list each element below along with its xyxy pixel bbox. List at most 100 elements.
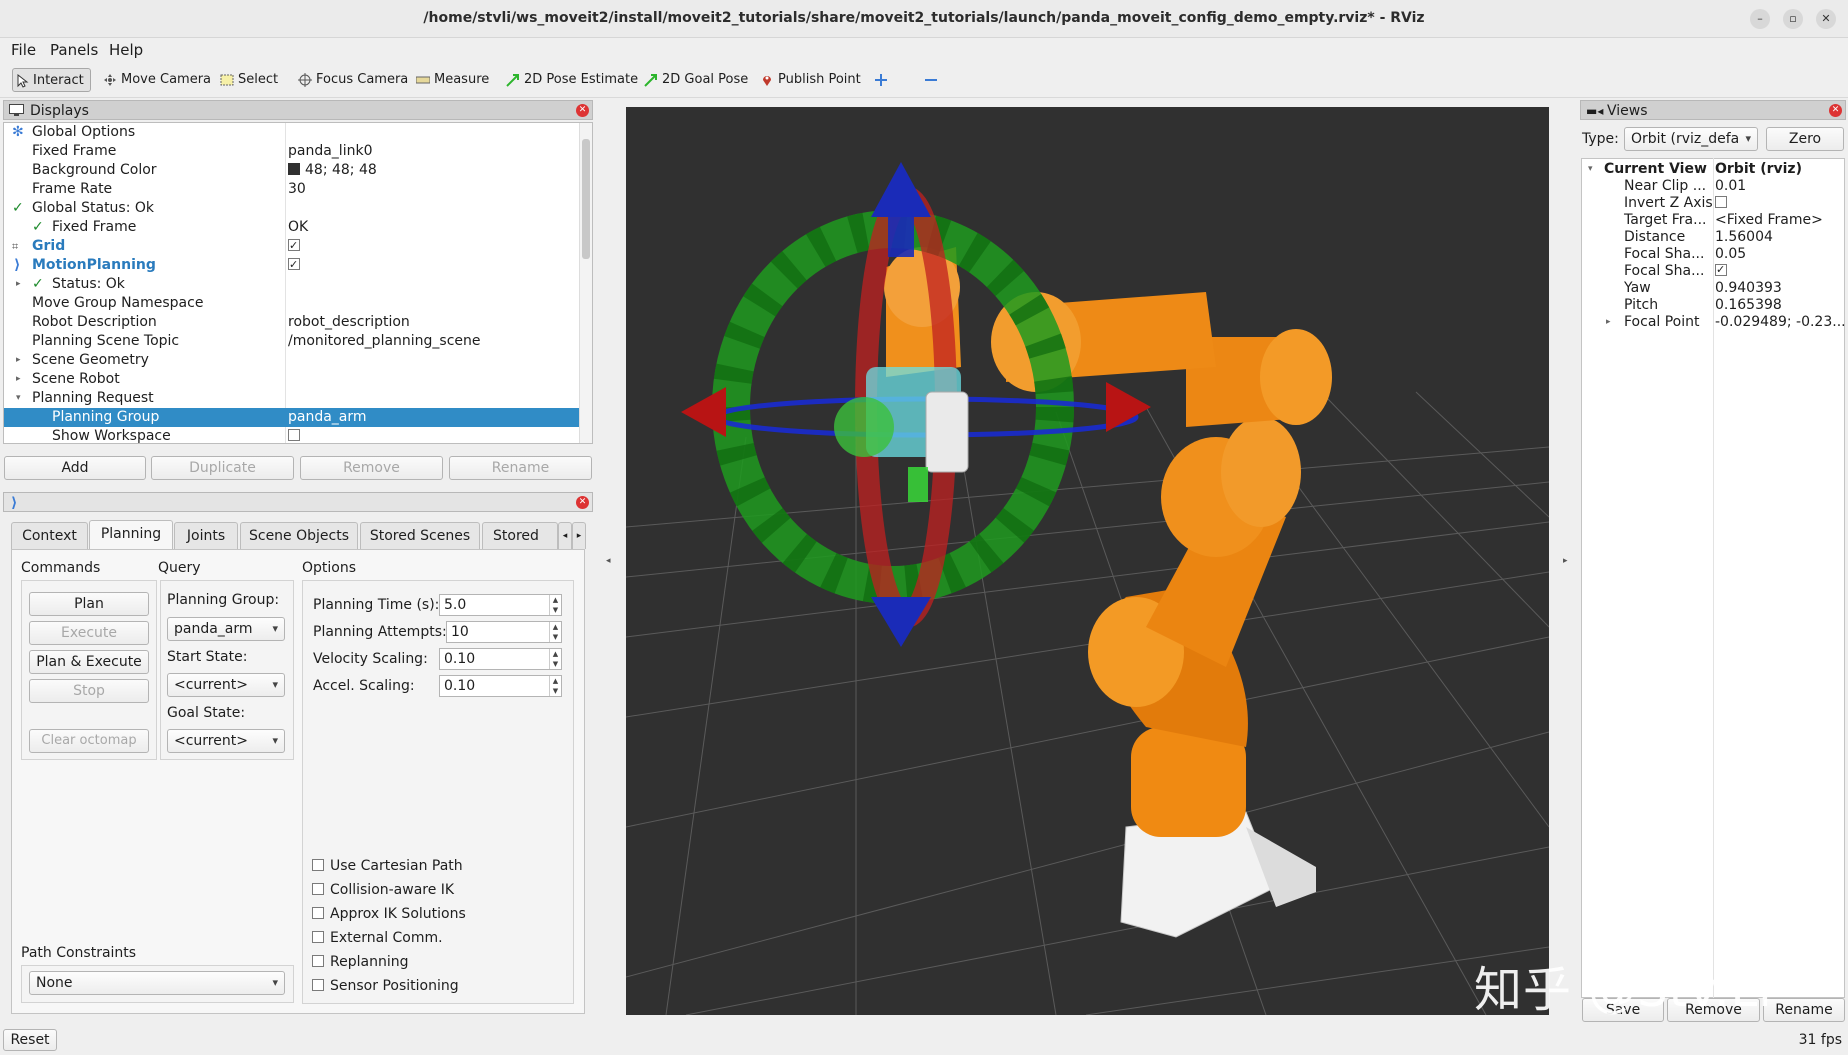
external-comm-checkbox[interactable]: External Comm.: [312, 930, 443, 946]
collapse-right-icon[interactable]: ▸: [1563, 556, 1568, 566]
view-row-yaw[interactable]: Yaw 0.940393: [1582, 280, 1844, 297]
menu-panels[interactable]: Panels: [50, 41, 98, 59]
use-cartesian-path-checkbox[interactable]: Use Cartesian Path: [312, 858, 463, 874]
scene-render[interactable]: [626, 107, 1549, 1015]
start-state-select[interactable]: <current>: [167, 673, 285, 697]
add-tool-button[interactable]: [872, 68, 888, 92]
expand-arrow-icon[interactable]: ▸: [16, 275, 21, 294]
velocity-scaling-input[interactable]: 0.10 ▲ ▼: [439, 648, 562, 670]
view-row-near-clip[interactable]: Near Clip ... 0.01: [1582, 178, 1844, 195]
execute-button[interactable]: Execute: [29, 621, 149, 645]
clear-octomap-button[interactable]: Clear octomap: [29, 729, 149, 753]
stop-button[interactable]: Stop: [29, 679, 149, 703]
motion-planning-enable-checkbox[interactable]: [288, 255, 300, 275]
focal-shape-checkbox[interactable]: [1715, 261, 1727, 280]
tool-interact[interactable]: Interact: [12, 68, 91, 92]
collapse-arrow-icon[interactable]: ▾: [16, 389, 21, 408]
minimize-button[interactable]: –: [1750, 9, 1770, 29]
view-row-invert-z[interactable]: Invert Z Axis: [1582, 195, 1844, 212]
tab-context[interactable]: Context: [11, 522, 88, 549]
tab-scroll-left-icon[interactable]: ◂: [558, 522, 572, 549]
add-display-button[interactable]: Add: [4, 456, 146, 480]
remove-tool-button[interactable]: [922, 68, 938, 92]
tree-row-planning-scene-topic[interactable]: Planning Scene Topic /monitored_planning…: [4, 332, 581, 351]
tree-row-fixed-frame[interactable]: Fixed Frame panda_link0: [4, 142, 581, 161]
close-button[interactable]: ✕: [1816, 9, 1836, 29]
spin-arrows-icon[interactable]: ▲ ▼: [549, 676, 561, 696]
tab-planning[interactable]: Planning: [89, 520, 173, 550]
close-panel-icon[interactable]: ✕: [576, 496, 589, 509]
grid-enable-checkbox[interactable]: [288, 236, 300, 256]
view-row-current-view[interactable]: ▾ Current View Orbit (rviz): [1582, 161, 1844, 178]
tree-row-show-workspace[interactable]: Show Workspace: [4, 427, 581, 443]
planning-attempts-input[interactable]: 10 ▲ ▼: [446, 621, 562, 643]
rename-view-button[interactable]: Rename: [1763, 998, 1845, 1022]
tree-row-robot-description[interactable]: Robot Description robot_description: [4, 313, 581, 332]
view-row-focal-shape-size[interactable]: Focal Sha... 0.05: [1582, 246, 1844, 263]
tool-publish-point[interactable]: Publish Point: [758, 68, 861, 92]
row-value[interactable]: <Fixed Frame>: [1715, 212, 1823, 229]
menu-help[interactable]: Help: [109, 41, 143, 59]
planning-group-select[interactable]: panda_arm: [167, 617, 285, 641]
tool-2d-pose-estimate[interactable]: 2D Pose Estimate: [504, 68, 638, 92]
view-row-distance[interactable]: Distance 1.56004: [1582, 229, 1844, 246]
tab-scroll-right-icon[interactable]: ▸: [572, 522, 586, 549]
tool-2d-goal-pose[interactable]: 2D Goal Pose: [642, 68, 748, 92]
row-value[interactable]: robot_description: [288, 313, 410, 332]
plan-button[interactable]: Plan: [29, 592, 149, 616]
row-value[interactable]: 30: [288, 180, 306, 199]
view-type-select[interactable]: Orbit (rviz_defa: [1624, 127, 1758, 151]
collapse-arrow-icon[interactable]: ▾: [1588, 161, 1593, 178]
tab-scene-objects[interactable]: Scene Objects: [240, 522, 358, 549]
tool-move-camera[interactable]: Move Camera: [101, 68, 211, 92]
planning-time-input[interactable]: 5.0 ▲ ▼: [439, 594, 562, 616]
path-constraints-select[interactable]: None: [29, 971, 285, 995]
close-panel-icon[interactable]: ✕: [576, 104, 589, 117]
spin-arrows-icon[interactable]: ▲ ▼: [549, 649, 561, 669]
close-panel-icon[interactable]: ✕: [1829, 104, 1842, 117]
tree-row-grid[interactable]: ⌗ Grid: [4, 236, 581, 256]
render-viewport[interactable]: [626, 107, 1549, 1015]
tree-scrollbar[interactable]: [579, 123, 592, 443]
menu-file[interactable]: File: [11, 41, 36, 59]
accel-scaling-input[interactable]: 0.10 ▲ ▼: [439, 675, 562, 697]
collision-aware-ik-checkbox[interactable]: Collision-aware IK: [312, 882, 454, 898]
row-value[interactable]: 0.01: [1715, 178, 1746, 195]
expand-arrow-icon[interactable]: ▸: [1606, 314, 1611, 331]
tree-row-scene-robot[interactable]: ▸ Scene Robot: [4, 370, 581, 389]
row-value[interactable]: 0.165398: [1715, 297, 1782, 314]
tree-row-background-color[interactable]: Background Color 48; 48; 48: [4, 161, 581, 180]
row-value[interactable]: panda_arm: [288, 408, 367, 427]
tool-focus-camera[interactable]: Focus Camera: [296, 68, 408, 92]
collapse-left-icon[interactable]: ◂: [606, 556, 611, 566]
reset-button[interactable]: Reset: [3, 1029, 57, 1051]
tree-row-global-options[interactable]: ✻ Global Options: [4, 123, 581, 142]
tree-row-status-ok[interactable]: ▸ ✓ Status: Ok: [4, 275, 581, 294]
tree-row-fixed-frame-status[interactable]: ✓ Fixed Frame OK: [4, 218, 581, 237]
tree-row-planning-request[interactable]: ▾ Planning Request: [4, 389, 581, 408]
plan-execute-button[interactable]: Plan & Execute: [29, 650, 149, 674]
goal-state-select[interactable]: <current>: [167, 729, 285, 753]
expand-arrow-icon[interactable]: ▸: [16, 370, 21, 389]
row-value[interactable]: panda_link0: [288, 142, 372, 161]
row-value[interactable]: 1.56004: [1715, 229, 1773, 246]
tree-row-global-status[interactable]: ✓ Global Status: Ok: [4, 199, 581, 218]
expand-arrow-icon[interactable]: ▸: [16, 351, 21, 370]
tree-row-planning-group[interactable]: Planning Group panda_arm: [4, 408, 581, 427]
tree-row-move-group-namespace[interactable]: Move Group Namespace: [4, 294, 581, 313]
zero-button[interactable]: Zero: [1766, 127, 1844, 151]
duplicate-display-button[interactable]: Duplicate: [151, 456, 294, 480]
tool-select[interactable]: Select: [218, 68, 278, 92]
row-value[interactable]: 48; 48; 48: [288, 161, 377, 180]
show-workspace-checkbox[interactable]: [288, 427, 300, 443]
maximize-button[interactable]: ▫: [1783, 9, 1803, 29]
tree-row-motion-planning[interactable]: ⟩ MotionPlanning: [4, 255, 581, 275]
row-value[interactable]: 0.940393: [1715, 280, 1782, 297]
sensor-positioning-checkbox[interactable]: Sensor Positioning: [312, 978, 459, 994]
spin-arrows-icon[interactable]: ▲ ▼: [549, 622, 561, 642]
view-row-focal-shape-fixed[interactable]: Focal Sha...: [1582, 261, 1844, 280]
remove-display-button[interactable]: Remove: [300, 456, 443, 480]
invert-z-checkbox[interactable]: [1715, 195, 1727, 212]
tool-measure[interactable]: Measure: [414, 68, 489, 92]
tab-stored-states[interactable]: Stored St: [482, 522, 558, 549]
